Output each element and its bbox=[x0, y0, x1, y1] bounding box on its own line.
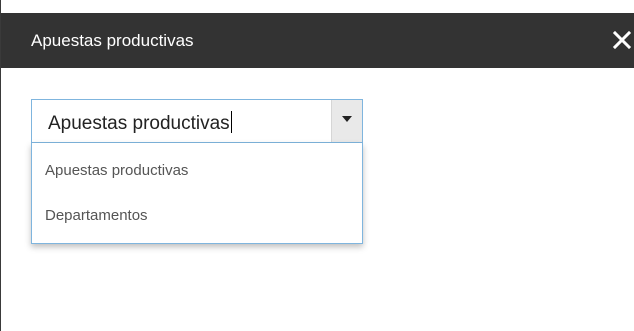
dropdown-list: Apuestas productivas Departamentos bbox=[31, 143, 363, 244]
combobox-value: Apuestas productivas bbox=[48, 113, 230, 134]
combobox[interactable]: Apuestas productivas bbox=[31, 99, 363, 143]
dropdown-toggle-button[interactable] bbox=[331, 100, 362, 142]
dropdown-option-apuestas-productivas[interactable]: Apuestas productivas bbox=[32, 151, 362, 191]
combobox-input[interactable]: Apuestas productivas bbox=[48, 111, 232, 136]
close-icon[interactable] bbox=[609, 27, 634, 53]
text-caret bbox=[230, 111, 232, 133]
chevron-down-icon bbox=[342, 116, 352, 122]
dialog: Apuestas productivas Apuestas productiva… bbox=[0, 0, 634, 331]
dropdown-option-departamentos[interactable]: Departamentos bbox=[32, 196, 362, 236]
dialog-titlebar: Apuestas productivas bbox=[1, 13, 634, 68]
dialog-title: Apuestas productivas bbox=[31, 31, 194, 50]
